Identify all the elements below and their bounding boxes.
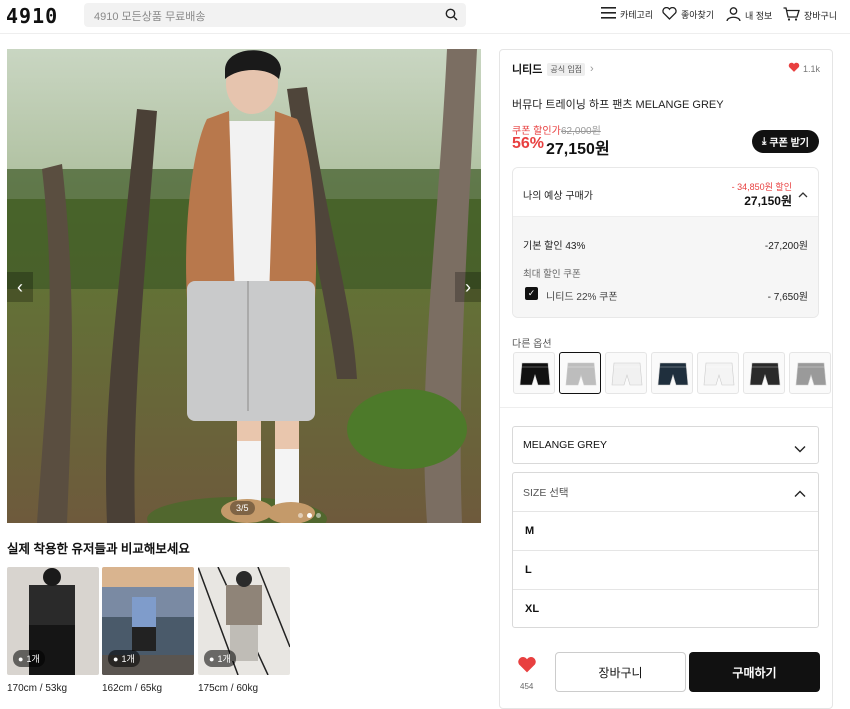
estimated-price-box: 나의 예상 구매가 - 34,850원 할인 27,150원 기본 할인 43%… (512, 167, 819, 318)
other-options-label: 다른 옵션 (512, 339, 552, 350)
review-photo[interactable]: ● 1개 (102, 567, 194, 675)
nav-my-info[interactable]: 내 정보 (726, 7, 772, 23)
wish-button[interactable] (517, 656, 537, 677)
size-option-xl[interactable]: XL (513, 589, 818, 628)
gallery-dot[interactable] (298, 513, 303, 518)
color-select[interactable]: MELANGE GREY (512, 426, 819, 464)
nav-label: 내 정보 (745, 10, 773, 21)
review-badge-text: 1개 (217, 654, 231, 664)
review-badge-text: 1개 (26, 654, 40, 664)
gallery-counter: 3/5 (230, 501, 255, 515)
color-option-thumb[interactable] (513, 352, 555, 394)
product-main-image[interactable] (7, 49, 481, 523)
color-option-thumb[interactable] (605, 352, 647, 394)
tag-icon: ● (113, 653, 119, 664)
chevron-up-icon[interactable] (798, 187, 808, 201)
estimated-price-header[interactable]: 나의 예상 구매가 - 34,850원 할인 27,150원 (513, 168, 818, 217)
add-to-cart-button[interactable]: 장바구니 (555, 652, 686, 692)
nav-label: 장바구니 (804, 10, 838, 21)
header-divider (0, 33, 850, 34)
get-coupon-label: 쿠폰 받기 (769, 138, 809, 149)
review-badge: ● 1개 (108, 650, 140, 667)
review-photo[interactable]: ● 1개 (7, 567, 99, 675)
gallery-dot-active[interactable] (307, 513, 312, 518)
chevron-right-icon: › (590, 63, 594, 75)
menu-icon (601, 7, 616, 21)
wish-count: 454 (520, 682, 534, 691)
check-icon: ✓ (527, 288, 536, 298)
chevron-down-icon (794, 442, 806, 456)
gallery-next-button[interactable]: › (455, 272, 481, 302)
panel-divider (500, 407, 832, 408)
search-bar[interactable]: 4910 모든상품 무료배송 (84, 3, 466, 27)
nav-category[interactable]: 카테고리 (601, 7, 653, 21)
color-option-thumb[interactable] (697, 352, 739, 394)
review-caption: 162cm / 65kg (102, 683, 163, 694)
review-section-title: 실제 착용한 유저들과 비교해보세요 (7, 542, 190, 556)
cart-icon (783, 7, 800, 23)
review-caption: 170cm / 53kg (7, 683, 68, 694)
nav-likes[interactable]: 좋아찾기 (662, 6, 715, 22)
size-select-placeholder: SIZE 선택 (523, 487, 569, 499)
brand-name: 니티드 (512, 64, 543, 76)
buy-now-button[interactable]: 구매하기 (689, 652, 820, 692)
color-option-thumb[interactable] (559, 352, 601, 394)
chevron-up-icon[interactable] (794, 487, 806, 501)
color-option-thumb[interactable] (789, 352, 831, 394)
heart-filled-icon (517, 657, 537, 677)
site-logo[interactable]: 4910 (6, 4, 58, 28)
size-option-l[interactable]: L (513, 550, 818, 589)
nav-label: 카테고리 (620, 9, 654, 20)
review-badge-text: 1개 (121, 654, 135, 664)
review-badge: ● 1개 (204, 650, 236, 667)
review-badge: ● 1개 (13, 650, 45, 667)
max-coupon-label: 최대 할인 쿠폰 (523, 269, 581, 280)
gallery-prev-button[interactable]: ‹ (7, 272, 33, 302)
estimated-price-details: 기본 할인 43% -27,200원 최대 할인 쿠폰 ✓ 니티드 22% 쿠폰… (513, 217, 818, 317)
search-input[interactable]: 4910 모든상품 무료배송 (94, 8, 206, 24)
base-discount-label: 기본 할인 43% (523, 241, 586, 252)
get-coupon-button[interactable]: ⤓ 쿠폰 받기 (752, 130, 819, 153)
brand-link[interactable]: 니티드 공식 입점 › (512, 61, 594, 77)
coupon-value: - 7,650원 (767, 292, 808, 303)
review-photo[interactable]: ● 1개 (198, 567, 290, 675)
size-option-m[interactable]: M (513, 511, 818, 550)
discount-percent: 56% (512, 135, 545, 152)
heart-filled-icon (788, 62, 800, 75)
search-icon[interactable] (445, 8, 458, 24)
sale-price: 27,150원 (546, 141, 610, 158)
size-select[interactable]: SIZE 선택 M L XL (512, 472, 819, 628)
estimated-price-label: 나의 예상 구매가 (523, 191, 593, 202)
nav-cart[interactable]: 장바구니 (783, 7, 837, 23)
tag-icon: ● (209, 653, 215, 664)
official-badge: 공식 입점 (547, 62, 586, 76)
coupon-checkbox[interactable]: ✓ (525, 287, 538, 300)
user-icon (726, 7, 741, 23)
coupon-name: 니티드 22% 쿠폰 (546, 292, 618, 303)
heart-icon (662, 6, 677, 22)
chevron-left-icon: ‹ (17, 276, 23, 297)
review-caption: 175cm / 60kg (198, 683, 259, 694)
estimated-price: 27,150원 (744, 194, 792, 208)
chevron-right-icon: › (465, 276, 471, 297)
gallery-dots (298, 513, 321, 518)
color-option-thumb[interactable] (743, 352, 785, 394)
color-select-value: MELANGE GREY (523, 439, 608, 451)
download-icon: ⤓ (761, 136, 767, 147)
like-button[interactable]: 1.1k (788, 62, 820, 75)
nav-label: 좋아찾기 (681, 10, 715, 20)
product-name: 버뮤다 트레이닝 하프 팬츠 MELANGE GREY (512, 99, 724, 111)
like-count: 1.1k (803, 63, 821, 74)
base-discount-value: -27,200원 (764, 241, 808, 252)
tag-icon: ● (18, 653, 24, 664)
color-option-thumb[interactable] (651, 352, 693, 394)
gallery-dot[interactable] (316, 513, 321, 518)
